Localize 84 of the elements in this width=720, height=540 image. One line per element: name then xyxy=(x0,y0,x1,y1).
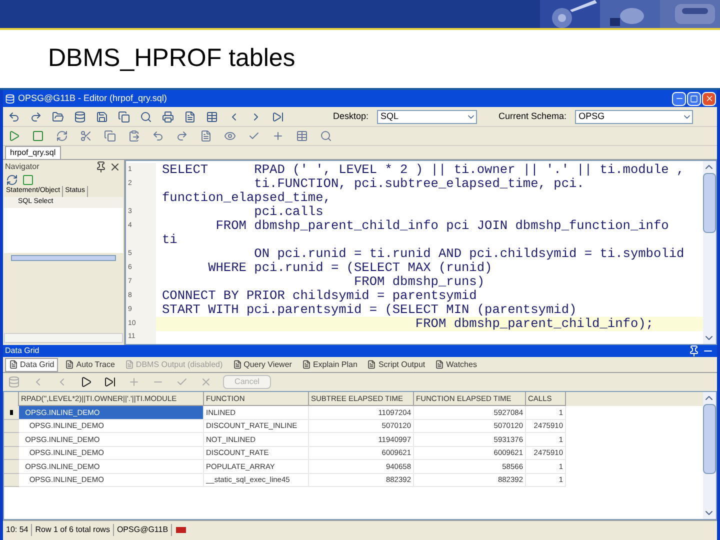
close-icon xyxy=(704,94,714,103)
document-icon xyxy=(435,360,444,369)
code-line: ON pci.runid = ti.runid AND pci.childsymid = ti.symbolid xyxy=(253,247,684,261)
scrollbar[interactable] xyxy=(11,255,116,261)
panel-title: Data Grid xyxy=(5,345,40,357)
code-line: CONNECT BY PRIOR childsymid = parentsymid xyxy=(161,289,477,303)
database-icon[interactable] xyxy=(73,110,87,124)
document-icon xyxy=(367,360,376,369)
copy-icon[interactable] xyxy=(103,129,117,143)
add-icon[interactable] xyxy=(271,129,285,143)
slide-title: DBMS_HPROF tables xyxy=(48,43,296,74)
code-line: FROM dbmshp_parent_child_info); xyxy=(414,317,654,331)
stop-icon[interactable] xyxy=(21,173,35,187)
database-icon xyxy=(5,94,15,104)
scrollbar[interactable] xyxy=(703,161,716,344)
refresh-icon[interactable] xyxy=(55,129,69,143)
panel-tab[interactable]: Data Grid xyxy=(5,358,58,372)
table-icon[interactable] xyxy=(295,129,309,143)
desktop-select[interactable]: SQL xyxy=(376,110,477,124)
pin-icon[interactable] xyxy=(94,160,108,174)
document-icon xyxy=(65,360,74,369)
document-icon xyxy=(232,360,242,369)
code-editor[interactable] xyxy=(125,160,717,345)
last-icon[interactable] xyxy=(103,375,117,389)
paste-icon[interactable] xyxy=(127,129,141,143)
stop-icon[interactable] xyxy=(31,129,45,143)
undo-icon[interactable] xyxy=(151,129,165,143)
skip-icon[interactable] xyxy=(271,110,285,124)
panel-tab[interactable]: Script Output xyxy=(364,358,428,372)
file-tab[interactable]: hrpof_qry.sql xyxy=(5,146,61,159)
schema-label: Current Schema: xyxy=(498,110,567,123)
search-icon[interactable] xyxy=(319,129,333,143)
row-selector[interactable] xyxy=(4,406,19,420)
connection-name: OPSG@G11B xyxy=(114,524,172,536)
maximize-icon xyxy=(690,94,698,102)
window-title: OPSG@G11B - Editor (hrpof_qry.sql) xyxy=(18,92,167,105)
code-line: FROM dbmshp_runs) xyxy=(352,275,485,289)
next-icon[interactable] xyxy=(79,375,93,389)
copy-icon[interactable] xyxy=(117,110,131,124)
pin-icon[interactable] xyxy=(687,344,701,358)
maximize-button[interactable] xyxy=(687,92,701,106)
code-line: START WITH pci.parentsymid = (SELECT MIN (parentsymid) xyxy=(161,303,577,317)
schema-select[interactable]: OPSG xyxy=(574,110,693,124)
minimize-button[interactable] xyxy=(672,92,686,106)
table-icon[interactable] xyxy=(205,110,219,124)
search-icon[interactable] xyxy=(139,110,153,124)
code-line: function_elapsed_time, xyxy=(161,191,331,205)
view-icon[interactable] xyxy=(223,129,237,143)
refresh-icon[interactable] xyxy=(5,173,19,187)
scroll-thumb[interactable] xyxy=(703,404,716,474)
panel-tab[interactable]: Query Viewer xyxy=(230,358,295,372)
insert-icon[interactable] xyxy=(127,375,141,389)
undo-icon[interactable] xyxy=(7,110,21,124)
code-line: FROM dbmshp_parent_child_info pci JOIN dbmshp_function_info xyxy=(214,219,669,233)
desktop-label: Desktop: xyxy=(333,110,369,123)
printer-icon[interactable] xyxy=(161,110,175,124)
scrollbar[interactable] xyxy=(703,392,716,519)
save-icon[interactable] xyxy=(95,110,109,124)
row-count: Row 1 of 6 total rows xyxy=(32,524,114,536)
current-row-icon xyxy=(10,410,13,415)
redo-icon[interactable] xyxy=(29,110,43,124)
panel-title: Navigator xyxy=(5,161,40,173)
code-line: WHERE pci.runid = (SELECT MAX (runid) xyxy=(207,261,492,275)
status-indicator xyxy=(176,526,186,532)
close-button[interactable] xyxy=(702,92,716,106)
document-icon xyxy=(124,360,134,369)
document-icon[interactable] xyxy=(183,110,197,124)
code-line: pci.calls xyxy=(253,205,324,219)
code-line: ti.FUNCTION, pci.subtree_elapsed_time, pci. xyxy=(253,177,584,191)
scroll-thumb[interactable] xyxy=(703,173,716,233)
panel-tab[interactable]: Auto Trace xyxy=(62,358,118,372)
scrollbar[interactable] xyxy=(4,333,123,343)
document-icon[interactable] xyxy=(199,129,213,143)
panel-tab[interactable]: Explain Plan xyxy=(298,358,360,372)
panel-tab[interactable]: Watches xyxy=(432,358,480,372)
code-line: SELECT RPAD (' ', LEVEL * 2 ) || ti.owner || '.' || ti.module , xyxy=(161,163,684,177)
folder-icon[interactable] xyxy=(51,110,65,124)
cursor-position: 10: 54 xyxy=(3,524,32,536)
code-line: ti xyxy=(161,233,178,247)
cut-icon[interactable] xyxy=(79,129,93,143)
run-icon[interactable] xyxy=(7,129,21,143)
document-icon xyxy=(302,360,311,369)
document-icon xyxy=(9,360,18,369)
redo-icon[interactable] xyxy=(175,129,189,143)
